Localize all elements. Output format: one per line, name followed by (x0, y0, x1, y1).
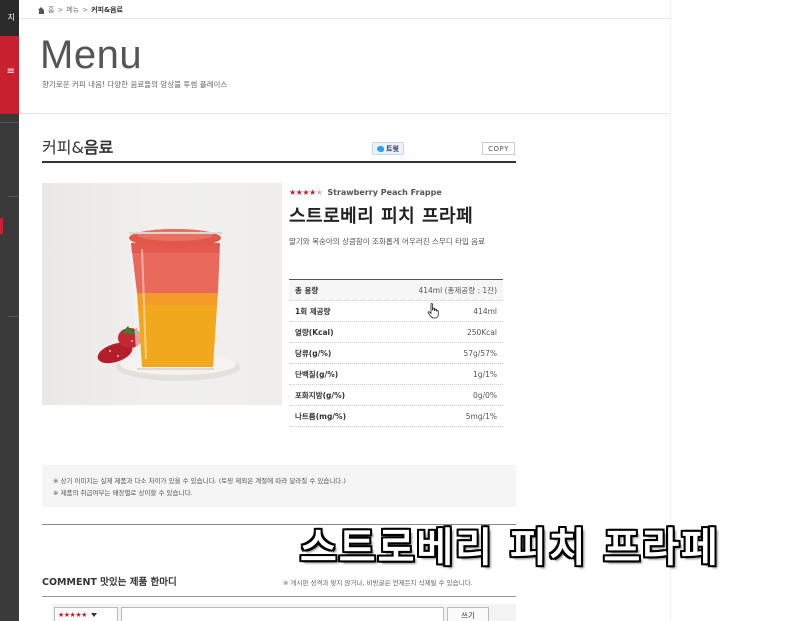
nutrition-label: 총 용량 (295, 285, 319, 295)
breadcrumb-separator: > (82, 6, 89, 14)
product-name-en: Strawberry Peach Frappe (327, 188, 442, 197)
divider (19, 18, 670, 19)
page: 지 ≡ 홈 > 메뉴 > 커피&음료 Menu 향기로운 커피 내음! 다양한 … (0, 0, 785, 621)
frappe-illustration (97, 229, 240, 381)
table-row: 단백질(g/%) 1g/1% (289, 364, 503, 385)
notice-line: ※ 제품의 취급여부는 매장별로 상이할 수 있습니다. (53, 489, 193, 497)
nutrition-value: 414ml (473, 306, 497, 316)
tweet-button[interactable]: 트윗 (372, 142, 404, 155)
divider (42, 596, 516, 597)
notice-line: ※ 상기 이미지는 실제 제품과 다소 차이가 있을 수 있습니다. (토핑 제… (53, 477, 346, 485)
nutrition-table: 총 용량 414ml (총제공량 : 1잔) 1회 제공량 414ml 열량(K… (289, 279, 503, 427)
sidebar-menu-button[interactable]: ≡ (0, 36, 19, 114)
rating-stars: ★★★★★ (289, 188, 323, 197)
sidebar-divider (8, 316, 19, 317)
table-row: 열량(Kcal) 250Kcal (289, 322, 503, 343)
rating-select[interactable]: ★★★★★ (54, 607, 118, 621)
nutrition-value: 5mg/1% (465, 411, 497, 421)
home-icon[interactable] (38, 6, 45, 14)
breadcrumb-item-menu[interactable]: 메뉴 (66, 5, 79, 15)
section-title: 커피&음료 (42, 134, 113, 158)
left-sidebar: 지 ≡ (0, 0, 19, 621)
breadcrumb-separator: > (57, 6, 64, 14)
sidebar-divider (8, 196, 19, 197)
page-title: Menu (40, 33, 143, 77)
nutrition-value: 414ml (총제공량 : 1잔) (418, 285, 497, 295)
chevron-down-icon (90, 613, 97, 617)
nutrition-value: 57g/57% (463, 348, 497, 358)
divider (19, 113, 670, 114)
menu-icon: ≡ (6, 66, 15, 77)
notice-box: ※ 상기 이미지는 실제 제품과 다소 차이가 있을 수 있습니다. (토핑 제… (42, 465, 516, 507)
table-row: 나트륨(mg/%) 5mg/1% (289, 406, 503, 427)
nutrition-value: 1g/1% (473, 369, 497, 379)
rating-select-stars: ★★★★★ (58, 611, 87, 619)
write-button[interactable]: 쓰기 (447, 607, 489, 621)
tweet-label: 트윗 (386, 144, 399, 153)
nutrition-label: 당류(g/%) (295, 348, 332, 358)
sidebar-divider (0, 122, 19, 123)
breadcrumb-item-home[interactable]: 홈 (48, 5, 54, 15)
sidebar-top-label[interactable]: 지 (0, 0, 19, 36)
product-name-ko: 스트로베리 피치 프라페 (289, 206, 474, 227)
hand-cursor-icon (427, 303, 439, 319)
table-row: 포화지방(g/%) 0g/0% (289, 385, 503, 406)
comment-note: ※ 게시판 성격과 맞지 않거나, 비방글은 언제든지 삭제될 수 있습니다. (283, 579, 473, 587)
product-rating: ★★★★★ Strawberry Peach Frappe (289, 188, 442, 197)
nutrition-label: 나트륨(mg/%) (295, 411, 346, 421)
breadcrumb-item-current[interactable]: 커피&음료 (91, 5, 123, 15)
section-title-light: 커피& (42, 138, 84, 157)
section-divider (42, 161, 516, 163)
comment-title: COMMENT 맛있는 제품 한마디 (42, 577, 177, 588)
copy-button[interactable]: COPY (482, 142, 515, 155)
section-title-bold: 음료 (83, 138, 114, 157)
nutrition-label: 열량(Kcal) (295, 327, 334, 337)
nutrition-label: 포화지방(g/%) (295, 390, 346, 400)
table-row: 1회 제공량 414ml (289, 301, 503, 322)
sidebar-active-marker (0, 218, 3, 234)
page-subtitle: 향기로운 커피 내음! 다양한 음료들의 앙상블 투썸 플레이스 (42, 80, 228, 89)
product-image (42, 183, 282, 405)
nutrition-value: 250Kcal (466, 327, 497, 337)
video-caption-overlay: 스트로베리 피치 프라페 (300, 525, 720, 571)
table-row: 당류(g/%) 57g/57% (289, 343, 503, 364)
comment-input[interactable] (121, 607, 444, 621)
nutrition-label: 1회 제공량 (295, 306, 331, 316)
nutrition-label: 단백질(g/%) (295, 369, 339, 379)
breadcrumb: 홈 > 메뉴 > 커피&음료 (38, 4, 123, 16)
product-description: 딸기와 복숭아의 상큼함이 조화롭게 어우러진 스무디 타입 음료 (289, 237, 486, 246)
nutrition-value: 0g/0% (473, 390, 497, 400)
table-row: 총 용량 414ml (총제공량 : 1잔) (289, 280, 503, 301)
twitter-bird-icon (377, 145, 385, 152)
